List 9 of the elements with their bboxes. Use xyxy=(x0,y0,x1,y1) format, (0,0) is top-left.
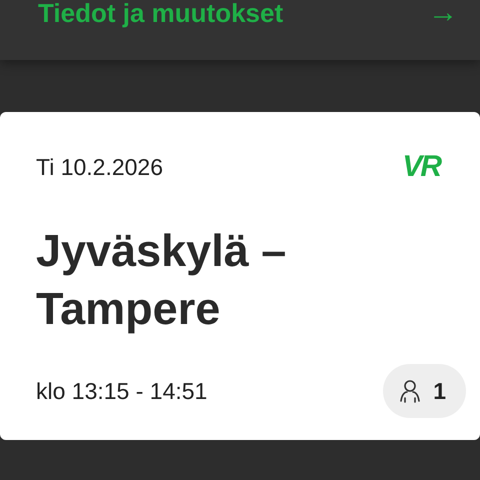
departure-time: klo 13:15 - 14:51 xyxy=(36,378,208,404)
person-icon xyxy=(399,379,422,403)
logo: VR xyxy=(402,150,440,184)
ticket-card[interactable]: Ti 10.2.2026 VR Jyväskylä – Tampere klo 13:15 - 14:51 1 xyxy=(0,112,480,440)
route-title: Jyväskylä – Tampere xyxy=(36,224,288,336)
ticket-date: Ti 10.2.2026 xyxy=(36,154,164,180)
arrow-icon[interactable]: → xyxy=(428,0,458,28)
passenger-badge: 1 xyxy=(383,364,466,418)
details-link[interactable]: Tiedot ja muutokset xyxy=(38,0,284,28)
